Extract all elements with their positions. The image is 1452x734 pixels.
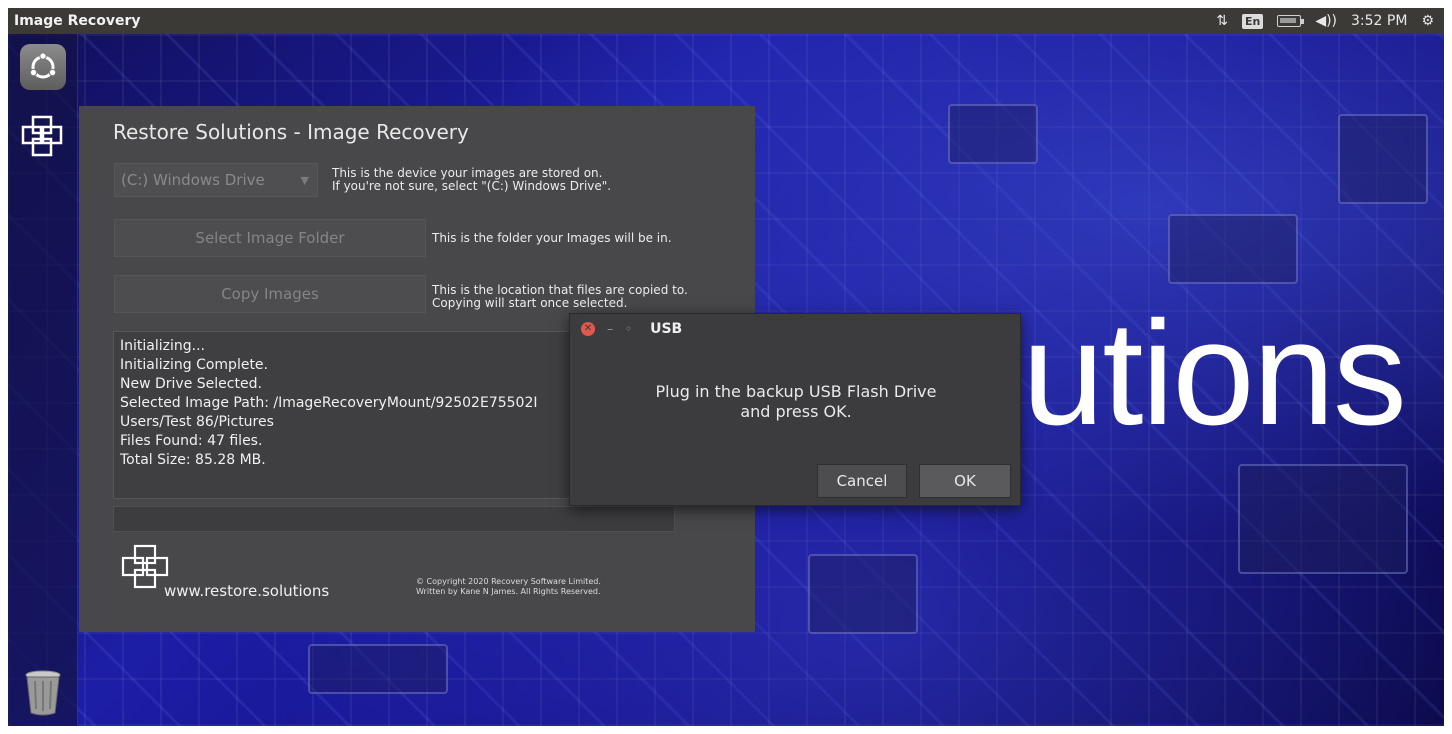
dialog-message-line: Plug in the backup USB Flash Drive [655, 382, 937, 401]
volume-icon[interactable]: ◀)) [1315, 13, 1337, 29]
top-panel: Image Recovery ⇅ En ◀)) 3:52 PM ⚙ [8, 8, 1444, 34]
copyright-notice: © Copyright 2020 Recovery Software Limit… [416, 577, 601, 597]
copy-images-button[interactable]: Copy Images [114, 275, 426, 313]
keyboard-layout-indicator[interactable]: En [1241, 13, 1264, 29]
indicator-area: ⇅ En ◀)) 3:52 PM ⚙ [1216, 13, 1444, 29]
folder-hint: This is the folder your Images will be i… [432, 231, 672, 245]
minimize-icon[interactable]: – [607, 322, 613, 336]
wallpaper-chip [308, 644, 448, 694]
copyright-line: Written by Kane N James. All Rights Rese… [416, 587, 601, 596]
dialog-title: USB [650, 321, 683, 337]
copy-hint: This is the location that files are copi… [432, 284, 688, 310]
drive-select-value: (C:) Windows Drive [121, 171, 265, 189]
battery-icon[interactable] [1277, 15, 1305, 27]
dialog-message-line: and press OK. [740, 402, 852, 421]
dialog-titlebar[interactable]: ✕ – ◦ USB [570, 314, 1020, 344]
dialog-message: Plug in the backup USB Flash Drive and p… [570, 382, 1022, 422]
restore-logo-icon [21, 115, 63, 157]
wallpaper-chip [948, 104, 1038, 164]
cancel-button[interactable]: Cancel [817, 464, 907, 498]
close-icon[interactable]: ✕ [581, 322, 595, 336]
drive-hint-line: If you're not sure, select "(C:) Windows… [332, 179, 612, 193]
drive-hint: This is the device your images are store… [332, 167, 611, 193]
wallpaper-chip [808, 554, 918, 634]
drive-select[interactable]: (C:) Windows Drive ▼ [114, 163, 318, 197]
wallpaper-chip [1168, 214, 1298, 284]
chevron-down-icon: ▼ [300, 173, 309, 187]
launcher [8, 34, 78, 726]
ok-button[interactable]: OK [919, 464, 1011, 498]
usb-dialog: ✕ – ◦ USB Plug in the backup USB Flash D… [569, 313, 1021, 506]
trash-launcher-item[interactable] [16, 666, 70, 720]
ubuntu-logo-icon [20, 44, 66, 90]
wallpaper-text: utions [1022, 291, 1407, 456]
network-icon[interactable]: ⇅ [1216, 13, 1228, 29]
app-title: Image Recovery [14, 13, 141, 29]
copy-progress-bar [113, 506, 675, 532]
window-title: Restore Solutions - Image Recovery [113, 120, 469, 144]
wallpaper-chip [1338, 114, 1428, 204]
copy-hint-line: Copying will start once selected. [432, 296, 628, 310]
copyright-line: © Copyright 2020 Recovery Software Limit… [416, 577, 601, 586]
maximize-icon[interactable]: ◦ [625, 322, 632, 336]
website-link[interactable]: www.restore.solutions [164, 582, 329, 600]
clock[interactable]: 3:52 PM [1351, 13, 1407, 29]
image-recovery-launcher-item[interactable] [16, 112, 70, 166]
trash-icon [25, 670, 61, 716]
wallpaper-chip [1238, 464, 1408, 574]
ubuntu-dash-button[interactable] [16, 40, 70, 94]
select-image-folder-button[interactable]: Select Image Folder [114, 219, 426, 257]
settings-gear-icon[interactable]: ⚙ [1421, 13, 1434, 29]
